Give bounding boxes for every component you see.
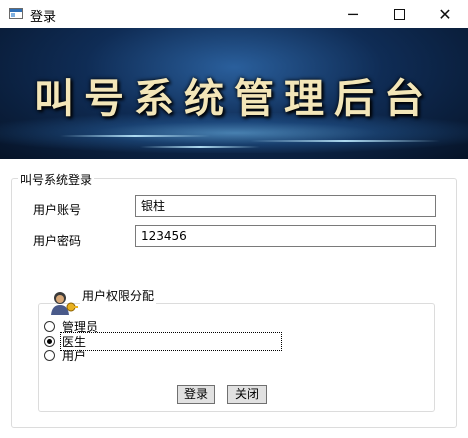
password-label: 用户密码 [33, 234, 82, 248]
permission-group-legend: 用户权限分配 [80, 287, 157, 304]
login-group-legend: 叫号系统登录 [18, 171, 95, 188]
banner-streak [60, 135, 210, 137]
maximize-icon [393, 8, 405, 20]
banner-streak [140, 146, 260, 148]
banner-image: 叫号系统管理后台 [0, 28, 468, 159]
close-window-button[interactable]: ✕ [422, 0, 468, 28]
user-key-icon [51, 292, 78, 315]
close-button[interactable]: 关闭 [227, 385, 267, 404]
window-title: 登录 [30, 10, 57, 25]
radio-user-label: 用户 [62, 348, 87, 363]
password-input[interactable]: 123456 [135, 225, 436, 247]
minimize-button[interactable]: ─ [330, 0, 376, 28]
account-label: 用户账号 [33, 203, 82, 217]
title-bar: 登录 ─ ✕ [0, 0, 468, 28]
app-window-icon [9, 8, 23, 19]
radio-circle-checked[interactable] [44, 335, 55, 347]
radio-doctor-label: 医生 [60, 331, 282, 351]
maximize-button[interactable] [376, 0, 422, 28]
banner-title: 叫号系统管理后台 [34, 76, 434, 122]
radio-circle[interactable] [44, 349, 55, 361]
login-button[interactable]: 登录 [177, 385, 215, 404]
banner-streak [250, 140, 440, 142]
radio-user[interactable]: 用户 [44, 347, 87, 363]
account-input[interactable]: 银柱 [135, 195, 436, 217]
radio-circle[interactable] [44, 320, 55, 332]
